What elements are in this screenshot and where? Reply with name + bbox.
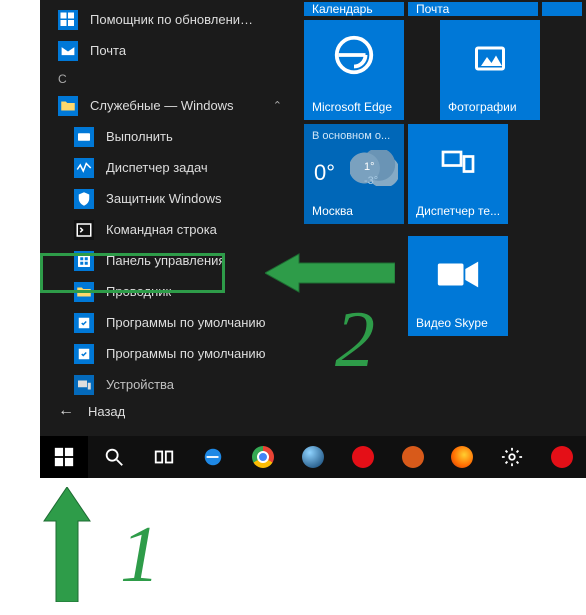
folder-item-system-tools[interactable]: Служебные — Windows ⌃	[40, 90, 300, 121]
tile-label: Microsoft Edge	[312, 100, 398, 114]
tile-calendar[interactable]: Календарь	[304, 2, 404, 16]
sub-item-run[interactable]: Выполнить	[40, 121, 300, 152]
start-button[interactable]	[40, 436, 88, 478]
folder-label: Служебные — Windows	[90, 98, 234, 113]
tile-skype[interactable]: Видео Skype	[408, 236, 508, 336]
taskbar-edge[interactable]	[189, 436, 237, 478]
task-view-button[interactable]	[140, 436, 188, 478]
app-label: Помощник по обновлению до...	[90, 12, 260, 27]
weather-hilo: 1° -3°	[364, 160, 378, 188]
taskbar	[40, 436, 586, 478]
default-programs-icon	[74, 344, 94, 364]
app-label: Устройства	[106, 377, 174, 392]
tile-label: Почта	[416, 2, 449, 16]
photo-icon	[468, 41, 512, 80]
windows-update-icon	[58, 10, 78, 30]
edge-icon	[202, 446, 224, 468]
weather-desc: В основном о...	[312, 130, 390, 142]
chevron-up-icon: ⌃	[273, 99, 292, 112]
devices-icon	[436, 145, 480, 184]
default-programs-icon	[74, 313, 94, 333]
tile-blank-middle[interactable]	[408, 20, 436, 120]
app-label: Панель управления	[106, 253, 225, 268]
search-icon	[103, 446, 125, 468]
sub-item-cmd[interactable]: Командная строка	[40, 214, 300, 245]
taskbar-app-orange[interactable]	[389, 436, 437, 478]
windows-logo-icon	[53, 446, 75, 468]
mail-icon	[58, 41, 78, 61]
search-button[interactable]	[90, 436, 138, 478]
taskbar-opera-2[interactable]	[538, 436, 586, 478]
app-label: Программы по умолчанию	[106, 315, 265, 330]
control-panel-icon	[74, 251, 94, 271]
opera-icon	[551, 446, 573, 468]
devices-icon	[74, 375, 94, 395]
sub-item-explorer[interactable]: Проводник	[40, 276, 300, 307]
task-view-icon	[153, 446, 175, 468]
apps-panel: Помощник по обновлению до... Почта С Слу…	[40, 0, 300, 436]
tile-photos[interactable]: Фотографии	[440, 20, 540, 120]
tile-label: Видео Skype	[416, 316, 502, 330]
folder-icon	[74, 282, 94, 302]
sub-item-default-programs[interactable]: Программы по умолчанию	[40, 307, 300, 338]
back-button[interactable]: ← Назад	[40, 394, 125, 428]
tile-edge[interactable]: Microsoft Edge	[304, 20, 404, 120]
globe-icon	[302, 446, 324, 468]
terminal-icon	[74, 220, 94, 240]
orange-app-icon	[402, 446, 424, 468]
annotation-number-1: 1	[120, 510, 160, 601]
folder-icon	[58, 96, 78, 116]
annotation-number-2: 2	[335, 295, 375, 386]
task-manager-icon	[74, 158, 94, 178]
sub-item-control-panel[interactable]: Панель управления	[40, 245, 300, 276]
weather-temp: 0°	[314, 160, 335, 186]
video-icon	[436, 260, 480, 293]
app-label: Почта	[90, 43, 126, 58]
app-label: Защитник Windows	[106, 191, 221, 206]
app-label: Диспетчер задач	[106, 160, 208, 175]
tile-label: Фотографии	[448, 100, 534, 114]
annotation-arrow-1	[42, 487, 92, 602]
tile-mail[interactable]: Почта	[408, 2, 538, 16]
start-menu: Помощник по обновлению до... Почта С Слу…	[40, 0, 586, 436]
shield-icon	[74, 189, 94, 209]
sub-item-task-manager[interactable]: Диспетчер задач	[40, 152, 300, 183]
gear-icon	[501, 446, 523, 468]
taskbar-opera[interactable]	[339, 436, 387, 478]
sub-item-default-programs-2[interactable]: Программы по умолчанию	[40, 338, 300, 369]
sub-item-defender[interactable]: Защитник Windows	[40, 183, 300, 214]
tile-label: Москва	[312, 204, 398, 218]
taskbar-firefox[interactable]	[439, 436, 487, 478]
app-item[interactable]: Почта	[40, 35, 300, 66]
run-icon	[74, 127, 94, 147]
app-label: Программы по умолчанию	[106, 346, 265, 361]
taskbar-settings[interactable]	[488, 436, 536, 478]
tile-label: Календарь	[312, 2, 373, 16]
tile-blank[interactable]	[542, 2, 582, 16]
opera-icon	[352, 446, 374, 468]
firefox-icon	[451, 446, 473, 468]
tile-weather[interactable]: В основном о... 0° 1° -3° Москва	[304, 124, 404, 224]
tile-label: Диспетчер те...	[416, 204, 502, 218]
taskbar-app-blue[interactable]	[289, 436, 337, 478]
annotation-arrow-2	[265, 248, 395, 298]
chrome-icon	[252, 446, 274, 468]
back-label: Назад	[88, 404, 125, 419]
app-label: Выполнить	[106, 129, 173, 144]
app-label: Командная строка	[106, 222, 217, 237]
section-letter[interactable]: С	[40, 66, 300, 90]
app-item[interactable]: Помощник по обновлению до...	[40, 4, 300, 35]
edge-icon	[331, 32, 377, 88]
taskbar-chrome[interactable]	[239, 436, 287, 478]
arrow-left-icon: ←	[58, 402, 74, 420]
app-label: Проводник	[106, 284, 171, 299]
tile-dispatcher[interactable]: Диспетчер те...	[408, 124, 508, 224]
